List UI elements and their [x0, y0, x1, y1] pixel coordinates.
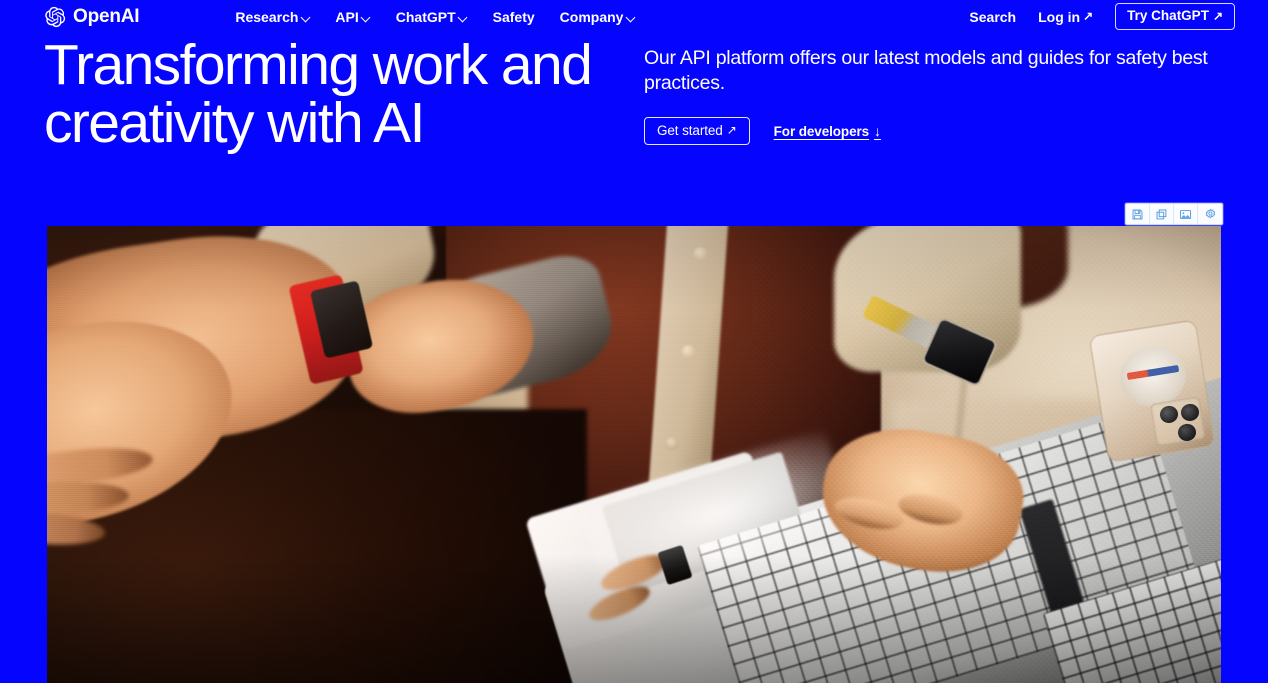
hero-actions: Get started ↗ For developers ↓	[644, 116, 1224, 146]
chevron-down-icon	[626, 13, 635, 22]
settings-gear-icon[interactable]	[1198, 204, 1222, 224]
arrow-up-right-icon: ↗	[726, 123, 737, 138]
hero-media	[47, 226, 1221, 683]
nav-label-company: Company	[559, 8, 624, 25]
search-button[interactable]: Search	[969, 10, 1016, 24]
page-title: Transforming work and creativity with AI	[44, 36, 644, 155]
nav-label-chatgpt: ChatGPT	[395, 8, 456, 25]
arrow-up-right-icon: ↗	[1212, 8, 1223, 23]
login-link[interactable]: Log in ↗	[1038, 10, 1093, 24]
brand-name: OpenAI	[73, 6, 140, 27]
nav-item-chatgpt[interactable]: ChatGPT	[396, 10, 468, 24]
hero-description: Our API platform offers our latest model…	[644, 47, 1208, 94]
nav-item-api[interactable]: API	[335, 10, 370, 24]
get-started-label: Get started	[657, 122, 723, 138]
search-label: Search	[969, 8, 1017, 25]
hero-right-column: Our API platform offers our latest model…	[644, 37, 1224, 152]
nav-item-safety[interactable]: Safety	[493, 10, 535, 24]
nav-label-api: API	[335, 8, 359, 25]
for-developers-label: For developers	[773, 123, 870, 139]
hero-section: Transforming work and creativity with AI…	[0, 33, 1268, 152]
arrow-down-icon: ↓	[874, 123, 881, 140]
copy-icon[interactable]	[1150, 204, 1174, 224]
try-chatgpt-label: Try ChatGPT	[1127, 8, 1209, 24]
try-chatgpt-button[interactable]: Try ChatGPT ↗	[1115, 3, 1235, 30]
hero-title-line-1: Transforming work and	[44, 33, 593, 97]
for-developers-link[interactable]: For developers ↓	[774, 124, 881, 139]
hero-left-column: Transforming work and creativity with AI	[44, 36, 644, 155]
nav-item-research[interactable]: Research	[235, 10, 310, 24]
login-label: Log in	[1038, 8, 1081, 25]
hero-title-line-2: creativity with AI	[44, 90, 425, 155]
image-icon[interactable]	[1174, 204, 1198, 224]
nav-item-company[interactable]: Company	[560, 10, 636, 24]
chevron-down-icon	[459, 13, 468, 22]
arrow-up-right-icon: ↗	[1083, 9, 1094, 23]
hero-photo	[47, 226, 1221, 683]
brand-logo-link[interactable]: OpenAI	[44, 6, 140, 28]
image-toolbar	[1125, 203, 1223, 225]
save-icon[interactable]	[1126, 204, 1150, 224]
chevron-down-icon	[362, 13, 371, 22]
site-header: OpenAI Research API ChatGPT Safety Compa…	[0, 0, 1268, 33]
nav-label-safety: Safety	[492, 8, 535, 25]
primary-navigation: Research API ChatGPT Safety Company	[235, 10, 635, 24]
openai-logo-icon	[44, 6, 66, 28]
nav-label-research: Research	[235, 8, 299, 25]
header-actions: Search Log in ↗ Try ChatGPT ↗	[969, 3, 1235, 30]
chevron-down-icon	[301, 13, 310, 22]
get-started-button[interactable]: Get started ↗	[644, 116, 750, 146]
